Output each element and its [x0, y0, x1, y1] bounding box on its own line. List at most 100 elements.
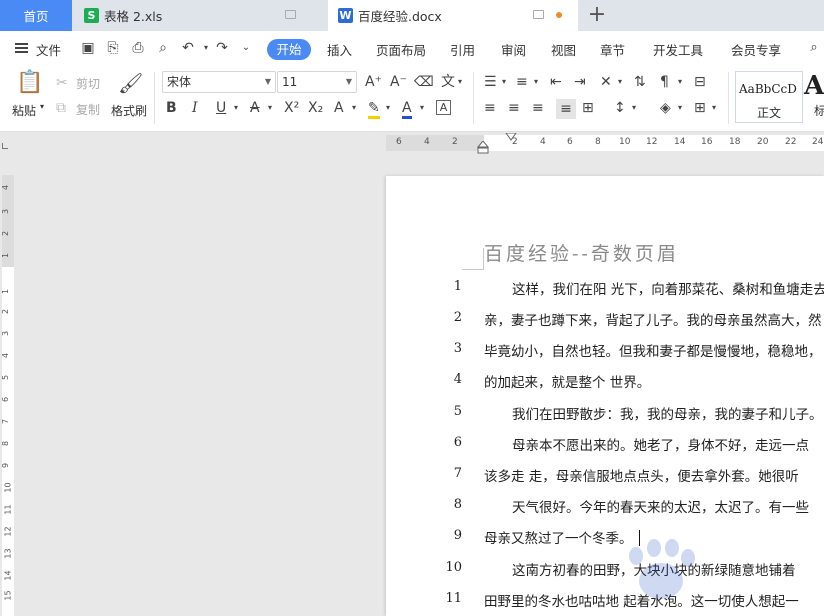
ruler-number: 7 — [1, 418, 11, 425]
chevron-down-icon[interactable]: ▾ — [386, 100, 390, 116]
chinese-layout-icon[interactable]: ✕ — [600, 74, 612, 90]
chevron-down-icon[interactable]: ▾ — [632, 100, 636, 116]
italic-icon[interactable]: I — [192, 100, 198, 116]
decrease-indent-icon[interactable]: ⇤ — [550, 74, 562, 90]
paste-dropdown-icon[interactable]: ▾ — [40, 102, 44, 111]
chevron-down-icon[interactable]: ▾ — [458, 74, 462, 90]
menu-file[interactable]: 文件 — [36, 40, 61, 59]
menu-review[interactable]: 审阅 — [501, 40, 526, 59]
tab-stops-icon[interactable]: ⊟ — [694, 74, 706, 90]
strikethrough-icon[interactable]: A — [250, 100, 260, 116]
align-left-icon[interactable]: ≡ — [484, 100, 496, 116]
chevron-down-icon[interactable]: ▾ — [678, 100, 682, 116]
text-line[interactable]: 我们在田野散步：我，我的母亲，我的妻子和儿子。 — [512, 403, 823, 423]
new-tab-button[interactable]: + — [584, 2, 610, 28]
first-line-indent-marker[interactable] — [505, 133, 519, 143]
menu-start[interactable]: 开始 — [267, 39, 311, 60]
distributed-align-icon[interactable]: ⊞ — [582, 100, 594, 116]
hamburger-icon[interactable] — [15, 43, 28, 53]
show-marks-icon[interactable]: ¶ — [660, 74, 669, 90]
text-line[interactable]: 母亲本不愿出来的。她老了，身体不好，走远一点 — [512, 434, 809, 454]
phonetic-guide-icon[interactable]: 文 — [438, 74, 458, 90]
paste-button[interactable]: 粘贴 — [12, 102, 36, 119]
menu-view[interactable]: 视图 — [551, 40, 576, 59]
header-title[interactable]: 百度经验--奇数页眉 — [484, 239, 679, 266]
more-dropdown-icon[interactable]: ⌄ — [238, 40, 254, 56]
justify-icon[interactable]: ≡ — [556, 99, 576, 119]
export-pdf-icon[interactable]: ⎘ — [105, 40, 121, 56]
style-heading-label[interactable]: 标 — [814, 102, 824, 119]
font-size-select[interactable]: 11 ▼ — [277, 71, 357, 93]
text-line[interactable]: 天气很好。今年的春天来的太迟，太迟了。有一些 — [512, 496, 809, 516]
underline-icon[interactable]: U — [216, 100, 226, 116]
shrink-font-icon[interactable]: A⁻ — [390, 74, 407, 90]
line-spacing-icon[interactable]: ↕ — [614, 100, 626, 116]
menu-section[interactable]: 章节 — [600, 40, 625, 59]
monitor-icon[interactable] — [533, 10, 544, 19]
text-line[interactable]: 毕竟幼小，自然也轻。但我和妻子都是慢慢地，稳稳地， — [484, 340, 822, 360]
chevron-down-icon[interactable]: ▾ — [618, 74, 622, 90]
menu-insert[interactable]: 插入 — [327, 40, 352, 59]
vertical-ruler[interactable]: 4 3 2 1 1 2 3 4 5 6 7 8 9 10 11 12 13 14… — [0, 155, 16, 616]
sort-icon[interactable]: ⇅ — [634, 74, 646, 90]
tab-home[interactable]: 首页 — [0, 0, 72, 31]
increase-indent-icon[interactable]: ⇥ — [574, 74, 586, 90]
align-right-icon[interactable]: ≡ — [532, 100, 544, 116]
paste-icon[interactable]: 📋 — [16, 70, 43, 96]
text-line[interactable]: 的加起来，就是整个 世界。 — [484, 371, 650, 391]
font-family-select[interactable]: 宋体 ▼ — [162, 71, 276, 93]
menu-references[interactable]: 引用 — [450, 40, 475, 59]
tab-selector-icon[interactable] — [2, 143, 8, 149]
text-line[interactable]: 该多走 走，母亲信服地点点头，便去拿外套。她很听 — [484, 465, 799, 485]
tab-document[interactable]: W 百度经验.docx — [328, 0, 578, 31]
horizontal-ruler[interactable]: 6 4 2 2 4 6 8 10 12 14 16 18 20 22 24 — [0, 133, 824, 155]
style-normal[interactable]: AaBbCcD 正文 — [735, 71, 803, 123]
clear-format-icon[interactable]: ⌫ — [414, 74, 434, 90]
grow-font-icon[interactable]: A⁺ — [365, 74, 382, 90]
tab-bar: 首页 S 表格 2.xls W 百度经验.docx + — [0, 0, 824, 31]
chevron-down-icon[interactable]: ▾ — [502, 74, 506, 90]
print-preview-icon[interactable]: ⌕ — [155, 40, 171, 56]
font-color-icon[interactable]: A — [402, 100, 412, 119]
shading-icon[interactable]: ◈ — [660, 100, 671, 116]
copy-button[interactable]: 复制 — [76, 101, 100, 118]
bold-icon[interactable]: B — [166, 100, 177, 116]
menu-developer[interactable]: 开发工具 — [653, 40, 703, 59]
menu-page-layout[interactable]: 页面布局 — [376, 40, 426, 59]
menu-member[interactable]: 会员专享 — [731, 40, 781, 59]
numbered-list-icon[interactable]: ≡ — [516, 74, 528, 90]
text-line[interactable]: 亲，妻子也蹲下来，背起了儿子。我的母亲虽然高大，然 — [484, 309, 822, 329]
format-painter-button[interactable]: 格式刷 — [111, 102, 147, 119]
cut-button[interactable]: 剪切 — [76, 75, 100, 92]
print-icon[interactable]: ⎙ — [130, 40, 146, 56]
hanging-indent-marker[interactable] — [477, 141, 491, 155]
scissors-icon: ✂ — [56, 75, 68, 91]
line-number: 3 — [453, 341, 462, 356]
search-icon[interactable]: ⌕ — [806, 40, 822, 56]
superscript-icon[interactable]: X² — [284, 100, 299, 116]
document-page[interactable]: 百度经验--奇数页眉 1 这样，我们在阳 光下，向着那菜花、桑树和鱼塘走去 2 … — [386, 176, 824, 616]
chevron-down-icon[interactable]: ▾ — [534, 74, 538, 90]
chevron-down-icon[interactable]: ▾ — [712, 100, 716, 116]
undo-dropdown-icon[interactable]: ▾ — [198, 40, 214, 56]
text-line[interactable]: 这样，我们在阳 光下，向着那菜花、桑树和鱼塘走去 — [512, 278, 824, 298]
chevron-down-icon[interactable]: ▾ — [268, 100, 272, 116]
monitor-icon[interactable] — [285, 10, 296, 19]
chevron-down-icon[interactable]: ▾ — [234, 100, 238, 116]
borders-icon[interactable]: ⊞ — [694, 100, 706, 116]
style-heading-sample[interactable]: A — [804, 71, 824, 101]
tab-spreadsheet[interactable]: S 表格 2.xls — [72, 0, 328, 31]
save-icon[interactable]: ▣ — [80, 40, 96, 56]
chevron-down-icon[interactable]: ▾ — [352, 100, 356, 116]
undo-icon[interactable]: ↶ — [180, 40, 196, 56]
highlight-icon[interactable]: ✎ — [368, 100, 380, 119]
character-border-icon[interactable]: A — [436, 100, 451, 115]
bullet-list-icon[interactable]: ☰ — [484, 74, 497, 90]
redo-icon[interactable]: ↷ — [214, 40, 230, 56]
align-center-icon[interactable]: ≡ — [508, 100, 520, 116]
format-painter-icon[interactable]: 🖌 — [118, 70, 143, 96]
subscript-icon[interactable]: X₂ — [308, 100, 323, 116]
chevron-down-icon[interactable]: ▾ — [420, 100, 424, 116]
chevron-down-icon[interactable]: ▾ — [678, 74, 682, 90]
text-effect-icon[interactable]: A — [334, 100, 344, 116]
